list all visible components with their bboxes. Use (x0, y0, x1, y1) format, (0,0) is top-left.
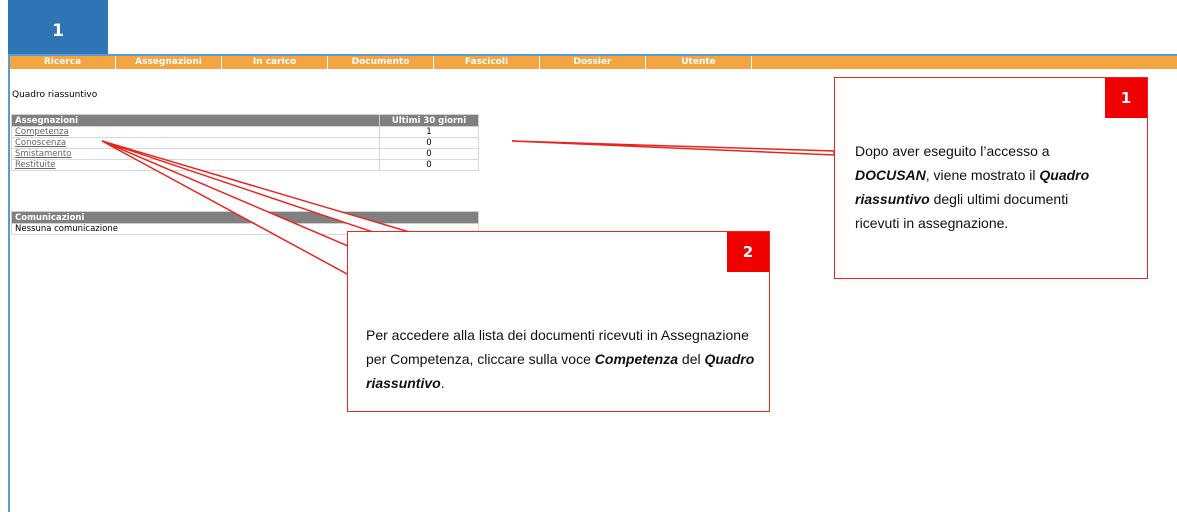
callout-1-leader (511, 140, 835, 156)
smistamento-count: 0 (379, 148, 479, 160)
callout-2-text: Per accedere alla lista dei documenti ri… (366, 327, 755, 391)
page-title: Quadro riassuntivo (12, 90, 98, 100)
callout-2: 2 Per accedere alla lista dei documenti … (347, 231, 770, 412)
table-header-row: Assegnazioni Ultimi 30 giorni (11, 114, 479, 127)
callout-1-text: Dopo aver eseguito l’accesso a DOCUSAN, … (855, 143, 1090, 231)
step-number-tab: 1 (8, 0, 108, 56)
assignments-table: Assegnazioni Ultimi 30 giorni Competenza… (11, 114, 479, 171)
nav-item-dossier[interactable]: Dossier (540, 56, 646, 69)
communications-header: Comunicazioni (11, 211, 479, 224)
table-header-row: Comunicazioni (11, 211, 479, 224)
nav-item-utente[interactable]: Utente (646, 56, 752, 69)
conoscenza-count: 0 (379, 137, 479, 149)
restituite-count: 0 (379, 159, 479, 171)
callout-1-badge: 1 (1105, 78, 1147, 118)
assignments-header: Assegnazioni (11, 114, 380, 127)
callout-2-badge: 2 (727, 232, 769, 272)
nav-item-assegnazioni[interactable]: Assegnazioni (116, 56, 222, 69)
conoscenza-link[interactable]: Conoscenza (15, 138, 66, 148)
table-row: Restituite 0 (11, 159, 479, 171)
main-nav-bar: Ricerca Assegnazioni In carico Documento… (10, 56, 1177, 69)
smistamento-link[interactable]: Smistamento (15, 149, 71, 159)
callout-1: 1 Dopo aver eseguito l’accesso a DOCUSAN… (834, 77, 1148, 279)
nav-item-documento[interactable]: Documento (328, 56, 434, 69)
table-row: Competenza 1 (11, 126, 479, 138)
nav-item-ricerca[interactable]: Ricerca (10, 56, 116, 69)
competenza-link[interactable]: Competenza (15, 127, 69, 137)
period-header: Ultimi 30 giorni (379, 114, 479, 127)
nav-item-fascicoli[interactable]: Fascicoli (434, 56, 540, 69)
table-row: Conoscenza 0 (11, 137, 479, 149)
restituite-link[interactable]: Restituite (15, 160, 56, 170)
left-divider (8, 56, 10, 512)
competenza-count: 1 (379, 126, 479, 138)
table-row: Smistamento 0 (11, 148, 479, 160)
nav-item-in-carico[interactable]: In carico (222, 56, 328, 69)
